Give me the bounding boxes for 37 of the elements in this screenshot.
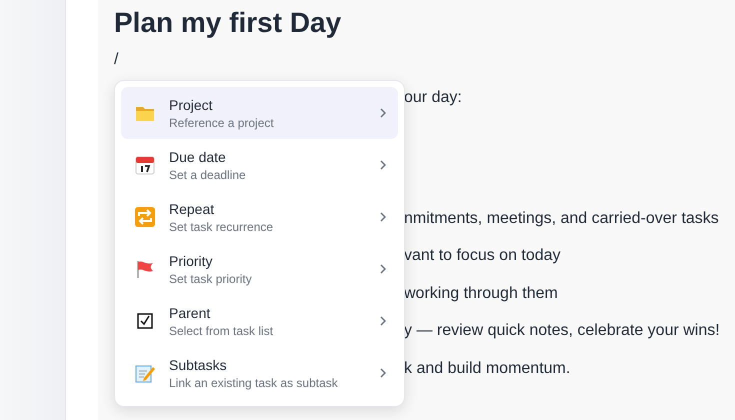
menu-item-title: Due date <box>169 148 227 164</box>
body-text-line: k and build momentum. <box>404 359 572 379</box>
menu-item-subtitle: Select from task list <box>169 324 274 338</box>
repeat-icon <box>135 207 155 227</box>
body-text-line: our day: <box>404 88 463 108</box>
slash-command-text: / <box>114 51 118 69</box>
chevron-right-icon <box>380 108 386 118</box>
menu-item[interactable]: Subtasks Link an existing task as subtask <box>121 347 398 399</box>
menu-item[interactable]: Repeat Set task recurrence <box>121 191 398 243</box>
menu-item-subtitle: Link an existing task as subtask <box>169 376 339 390</box>
menu-item[interactable]: Priority Set task priority <box>121 243 398 295</box>
flag-icon <box>135 259 155 279</box>
calendar-icon <box>135 155 155 175</box>
menu-item-title: Priority <box>169 252 214 268</box>
body-text-line: nmitments, meetings, and carried-over tasks <box>404 209 720 229</box>
chevron-right-icon <box>380 212 386 222</box>
chevron-right-icon <box>380 316 386 326</box>
menu-item-title: Repeat <box>169 200 216 216</box>
menu-item[interactable]: Project Reference a project <box>121 87 398 139</box>
chevron-right-icon <box>380 264 386 274</box>
menu-item-title: Project <box>169 96 214 112</box>
menu-item-subtitle: Set a deadline <box>169 168 247 182</box>
menu-item-subtitle: Set task recurrence <box>169 220 274 234</box>
menu-item-subtitle: Set task priority <box>169 272 253 286</box>
menu-item-title: Parent <box>169 304 212 320</box>
body-text-line: vant to focus on today <box>404 246 562 266</box>
menu-item-title: Subtasks <box>169 356 228 372</box>
chevron-right-icon <box>380 368 386 378</box>
document-title: Plan my first Day <box>114 6 342 40</box>
menu-item[interactable]: Due date Set a deadline <box>121 139 398 191</box>
chevron-right-icon <box>380 160 386 170</box>
menu-item-subtitle: Reference a project <box>169 116 275 130</box>
body-text-line: working through them <box>404 284 559 304</box>
checkbox-icon <box>137 313 153 329</box>
menu-item[interactable]: Parent Select from task list <box>121 295 398 347</box>
memo-icon <box>135 363 155 383</box>
folder-icon <box>135 104 155 122</box>
